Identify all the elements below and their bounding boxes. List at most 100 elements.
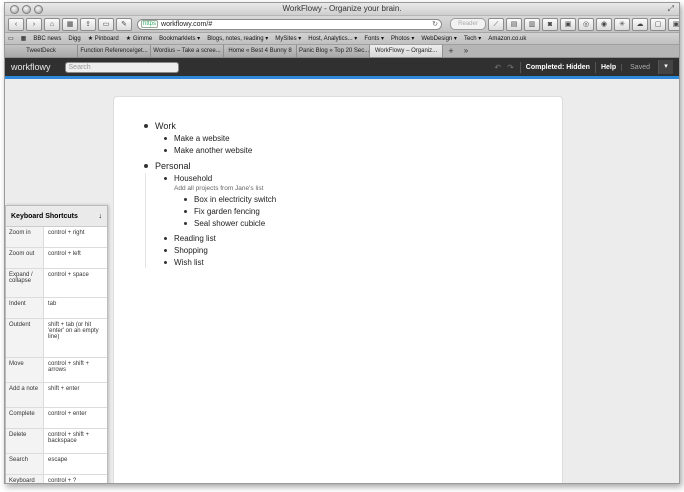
shortcut-keys: control + ? <box>48 478 77 484</box>
extension-button[interactable]: ▥ <box>524 17 540 31</box>
help-button[interactable]: Help <box>594 61 621 73</box>
cloud-button[interactable]: ☁ <box>632 17 648 31</box>
shortcut-row: Move control + shift + arrows <box>6 358 107 383</box>
extension-button[interactable]: ◙ <box>542 17 558 31</box>
share-button[interactable]: ⇪ <box>80 17 96 31</box>
outline-item-text[interactable]: Wish list <box>174 258 204 267</box>
outline-item: Fix garden fencing <box>184 205 276 217</box>
bullet-icon[interactable] <box>164 148 167 152</box>
minimize-window-button[interactable] <box>22 5 31 14</box>
extension-button[interactable]: ▢ <box>650 17 666 31</box>
outline-item-note[interactable]: Add all projects from Jane's list <box>164 184 276 193</box>
workflowy-logo[interactable]: workflowy <box>11 62 51 72</box>
bullet-icon[interactable] <box>184 209 187 213</box>
home-button[interactable]: ⌂ <box>44 17 60 31</box>
bullet-icon[interactable] <box>164 176 167 180</box>
extension-button[interactable]: ✳ <box>614 17 630 31</box>
tab-overflow-button[interactable]: » <box>459 45 473 57</box>
outline-item-text[interactable]: Shopping <box>174 246 208 255</box>
outline-item-text[interactable]: Reading list <box>174 234 216 243</box>
address-bar[interactable]: https workflowy.com/# ↻ <box>137 18 442 30</box>
outline-row[interactable]: Household <box>164 172 276 184</box>
outline-item-text[interactable]: Work <box>155 121 176 131</box>
saved-status: Saved <box>621 63 658 71</box>
bookmark-item[interactable]: Host, Analytics... ▾ <box>308 35 357 42</box>
forward-button[interactable]: › <box>26 17 42 31</box>
bookmark-item[interactable]: ▦ <box>21 35 27 42</box>
window-button[interactable]: ▭ <box>98 17 114 31</box>
tab-best-4-bunny[interactable]: Home « Best 4 Bunny 8 <box>224 45 297 57</box>
bookmark-item[interactable]: ★ Gimme <box>126 35 152 42</box>
extension-button[interactable]: ▤ <box>506 17 522 31</box>
outline-row[interactable]: Fix garden fencing <box>184 205 276 217</box>
keyboard-shortcuts-header[interactable]: Keyboard Shortcuts ↓ <box>6 206 107 227</box>
search-input[interactable]: Search <box>64 61 179 73</box>
bullet-icon[interactable] <box>184 221 187 225</box>
outline-item-text[interactable]: Box in electricity switch <box>194 195 276 204</box>
new-tab-button[interactable]: + <box>443 45 459 57</box>
bookmark-item[interactable]: Amazon.co.uk <box>488 36 526 42</box>
tab-tweetdeck[interactable]: TweetDeck <box>5 45 78 57</box>
reader-button[interactable]: Reader <box>450 18 486 30</box>
bookmark-item[interactable]: Blogs, notes, reading ▾ <box>207 35 268 42</box>
menu-dropdown-button[interactable]: ▾ <box>658 60 673 74</box>
shortcut-keys: tab <box>48 301 57 307</box>
bookmark-item[interactable]: Tech ▾ <box>464 35 481 42</box>
tab-function-reference[interactable]: Function Reference/get... <box>78 45 151 57</box>
bullet-icon[interactable] <box>164 136 167 140</box>
reader-list-button[interactable]: ▦ <box>62 17 78 31</box>
fullscreen-icon[interactable]: ⤢ <box>668 3 674 15</box>
outline-item-text[interactable]: Household <box>174 174 212 183</box>
close-window-button[interactable] <box>10 5 19 14</box>
outline-row[interactable]: Work <box>144 120 276 132</box>
outline-row[interactable]: Reading list <box>164 232 276 244</box>
bullet-icon[interactable] <box>184 197 187 201</box>
outline-row[interactable]: Personal <box>144 160 276 172</box>
tools-button[interactable]: ✎ <box>116 17 132 31</box>
bullet-icon[interactable] <box>164 260 167 264</box>
extension-button[interactable]: ⟋ <box>488 17 504 31</box>
outline-item-text[interactable]: Make a website <box>174 134 230 143</box>
bookmark-item[interactable]: WebDesign ▾ <box>421 35 457 42</box>
completed-toggle-button[interactable]: Completed: Hidden <box>519 61 595 73</box>
outline-item-text[interactable]: Make another website <box>174 146 252 155</box>
bookmark-item[interactable]: Digg <box>68 36 80 42</box>
bookmark-item[interactable]: MySites ▾ <box>275 35 301 42</box>
bookmark-item[interactable]: Photos ▾ <box>391 35 414 42</box>
outline-row[interactable]: Wish list <box>164 256 276 268</box>
bookmark-item[interactable]: Fonts ▾ <box>364 35 384 42</box>
shortcut-keys: escape <box>48 457 68 463</box>
zoom-window-button[interactable] <box>34 5 43 14</box>
back-button[interactable]: ‹ <box>8 17 24 31</box>
extension-button[interactable]: ◎ <box>578 17 594 31</box>
extension-button[interactable]: ◉ <box>596 17 612 31</box>
bookmark-item[interactable]: BBC news <box>33 36 61 42</box>
outline-children: Household Add all projects from Jane's l… <box>144 172 276 268</box>
outline-item-text[interactable]: Fix garden fencing <box>194 207 260 216</box>
reload-icon[interactable]: ↻ <box>432 20 438 28</box>
bullet-icon[interactable] <box>144 124 148 128</box>
extension-button[interactable]: ▣ <box>560 17 576 31</box>
tab-wordius[interactable]: Wordius – Take a scree... <box>151 45 224 57</box>
bookmark-item[interactable]: ▭ <box>8 35 14 42</box>
bookmark-item[interactable]: Bookmarklets ▾ <box>159 35 200 42</box>
bullet-icon[interactable] <box>164 236 167 240</box>
outline-row[interactable]: Make a website <box>164 132 276 144</box>
shortcut-keys: control + space <box>48 272 89 278</box>
redo-icon[interactable]: ↷ <box>507 63 514 72</box>
outline-item-text[interactable]: Personal <box>155 161 191 171</box>
arrow-down-icon[interactable]: ↓ <box>99 213 103 220</box>
url-text[interactable]: workflowy.com/# <box>161 21 432 28</box>
outline-row[interactable]: Box in electricity switch <box>184 193 276 205</box>
bookmark-item[interactable]: ★ Pinboard <box>88 35 119 42</box>
undo-icon[interactable]: ↶ <box>494 63 501 72</box>
bullet-icon[interactable] <box>144 164 148 168</box>
outline-row[interactable]: Seal shower cubicle <box>184 217 276 229</box>
outline-row[interactable]: Make another website <box>164 144 276 156</box>
tab-workflowy[interactable]: WorkFlowy – Organiz... <box>370 45 443 57</box>
bullet-icon[interactable] <box>164 248 167 252</box>
outline-row[interactable]: Shopping <box>164 244 276 256</box>
outline-item-text[interactable]: Seal shower cubicle <box>194 219 265 228</box>
extension-button[interactable]: ▣ <box>668 17 679 31</box>
tab-panic-blog[interactable]: Panic Blog » Top 20 Sec... <box>297 45 370 57</box>
